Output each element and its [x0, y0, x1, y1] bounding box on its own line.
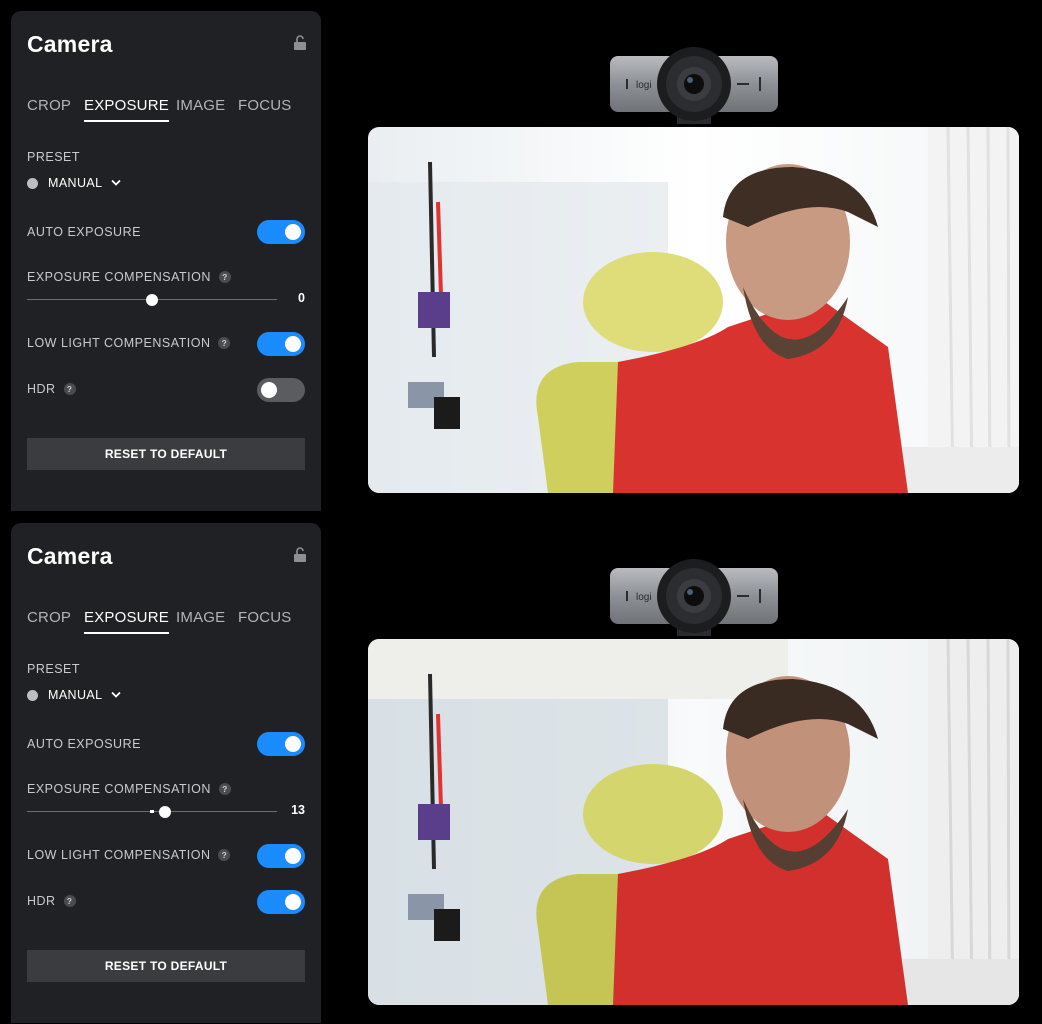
- unlocked-padlock-icon[interactable]: [293, 547, 307, 563]
- exposure-compensation-value: 0: [298, 291, 305, 305]
- low-light-text: LOW LIGHT COMPENSATION: [27, 336, 211, 350]
- help-icon[interactable]: ?: [218, 782, 231, 795]
- auto-exposure-toggle[interactable]: [257, 732, 305, 756]
- hdr-label: HDR?: [27, 382, 76, 396]
- tab-crop[interactable]: CROP: [27, 97, 71, 120]
- unlocked-padlock-icon[interactable]: [293, 35, 307, 51]
- auto-exposure-toggle[interactable]: [257, 220, 305, 244]
- hdr-label: HDR?: [27, 894, 76, 908]
- auto-exposure-label: AUTO EXPOSURE: [27, 225, 141, 239]
- toggle-knob: [285, 224, 301, 240]
- reset-to-default-button[interactable]: RESET TO DEFAULT: [27, 438, 305, 470]
- auto-exposure-label: AUTO EXPOSURE: [27, 737, 141, 751]
- tab-exposure[interactable]: EXPOSURE: [84, 609, 169, 634]
- help-icon[interactable]: ?: [218, 848, 231, 861]
- toggle-knob: [285, 894, 301, 910]
- camera-preview: [368, 127, 1019, 493]
- low-light-text: LOW LIGHT COMPENSATION: [27, 848, 211, 862]
- toggle-knob: [261, 382, 277, 398]
- preset-indicator: [27, 690, 38, 701]
- preset-label: PRESET: [27, 150, 81, 164]
- preset-indicator: [27, 178, 38, 189]
- preset-value: MANUAL: [48, 176, 103, 190]
- toggle-knob: [285, 736, 301, 752]
- help-icon[interactable]: ?: [218, 336, 231, 349]
- camera-preview: [368, 639, 1019, 1005]
- exposure-compensation-value: 13: [291, 803, 305, 817]
- toggle-knob: [285, 336, 301, 352]
- tab-crop[interactable]: CROP: [27, 609, 71, 632]
- exposure-compensation-text: EXPOSURE COMPENSATION: [27, 782, 211, 796]
- tab-image[interactable]: IMAGE: [176, 609, 225, 632]
- reset-to-default-button[interactable]: RESET TO DEFAULT: [27, 950, 305, 982]
- preset-value: MANUAL: [48, 688, 103, 702]
- chevron-down-icon: [111, 691, 121, 698]
- hdr-toggle[interactable]: [257, 378, 305, 402]
- toggle-knob: [285, 848, 301, 864]
- webcam-icon: logi: [610, 559, 778, 636]
- low-light-toggle[interactable]: [257, 332, 305, 356]
- tab-focus[interactable]: FOCUS: [238, 609, 292, 632]
- hdr-text: HDR: [27, 382, 56, 396]
- exposure-compensation-slider[interactable]: [27, 806, 277, 818]
- webcam-brand: logi: [636, 80, 652, 91]
- tab-image[interactable]: IMAGE: [176, 97, 225, 120]
- camera-settings-panel-1: Camera CROP EXPOSURE IMAGE FOCUS PRESET …: [11, 11, 321, 511]
- low-light-label: LOW LIGHT COMPENSATION?: [27, 848, 231, 862]
- low-light-label: LOW LIGHT COMPENSATION?: [27, 336, 231, 350]
- slider-thumb[interactable]: [159, 806, 171, 818]
- help-icon[interactable]: ?: [63, 382, 76, 395]
- exposure-compensation-label: EXPOSURE COMPENSATION?: [27, 270, 231, 284]
- slider-zero-tick: [150, 810, 154, 813]
- camera-settings-panel-2: Camera CROP EXPOSURE IMAGE FOCUS PRESET …: [11, 523, 321, 1023]
- slider-thumb[interactable]: [146, 294, 158, 306]
- tab-exposure[interactable]: EXPOSURE: [84, 97, 169, 122]
- panel-title: Camera: [27, 31, 113, 57]
- exposure-compensation-slider[interactable]: [27, 294, 277, 306]
- preset-label: PRESET: [27, 662, 81, 676]
- hdr-toggle[interactable]: [257, 890, 305, 914]
- webcam-icon: logi: [610, 47, 778, 124]
- low-light-toggle[interactable]: [257, 844, 305, 868]
- hdr-text: HDR: [27, 894, 56, 908]
- help-icon[interactable]: ?: [63, 894, 76, 907]
- chevron-down-icon: [111, 179, 121, 186]
- exposure-compensation-text: EXPOSURE COMPENSATION: [27, 270, 211, 284]
- webcam-brand: logi: [636, 592, 652, 603]
- tab-focus[interactable]: FOCUS: [238, 97, 292, 120]
- panel-title: Camera: [27, 543, 113, 569]
- help-icon[interactable]: ?: [218, 270, 231, 283]
- exposure-compensation-label: EXPOSURE COMPENSATION?: [27, 782, 231, 796]
